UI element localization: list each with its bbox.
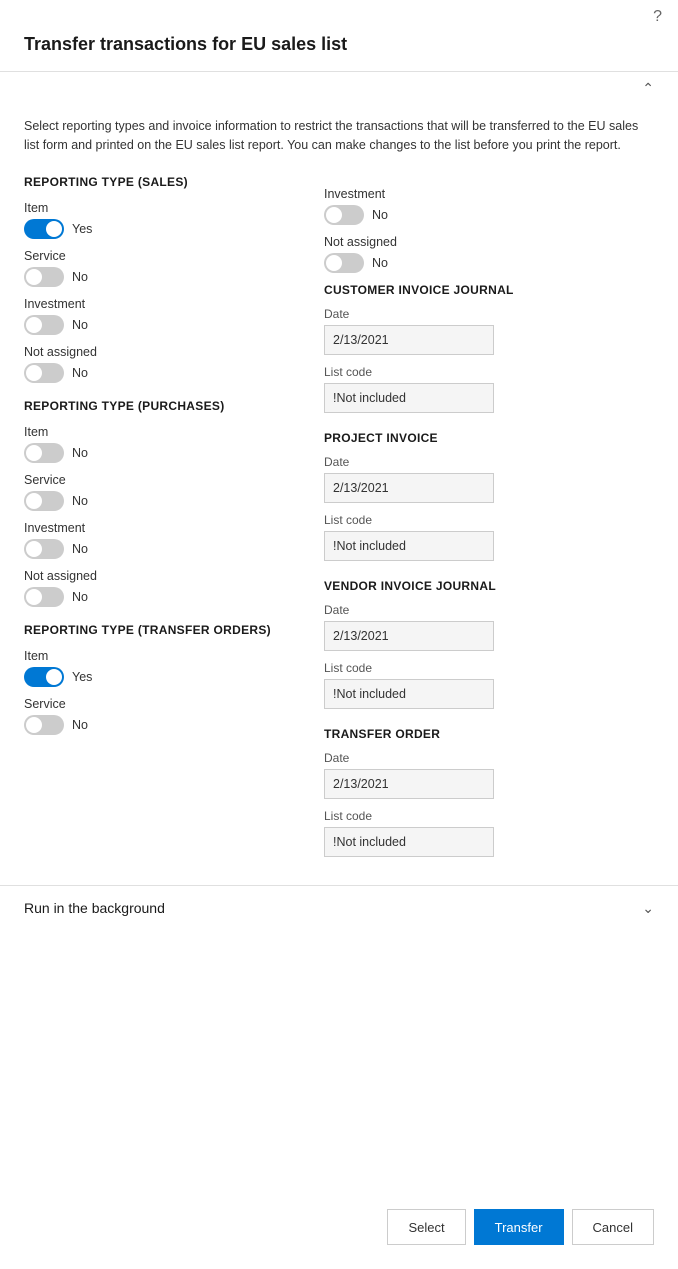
transfer-item-toggle-group: Item Yes: [24, 649, 294, 687]
transfer-item-label: Item: [24, 649, 294, 663]
run-in-background-title: Run in the background: [24, 900, 165, 916]
bottom-spacer: [0, 931, 678, 1051]
sales-service-label: Service: [24, 249, 294, 263]
transfer-item-toggle[interactable]: [24, 667, 64, 687]
purchases-notassigned-toggle-group: Not assigned No: [24, 569, 294, 607]
cancel-button[interactable]: Cancel: [572, 1209, 654, 1245]
customer-invoice-section: CUSTOMER INVOICE JOURNAL Date List code: [324, 283, 654, 413]
reporting-sales-title: REPORTING TYPE (SALES): [24, 175, 294, 189]
customer-invoice-date-label: Date: [324, 307, 654, 321]
select-button[interactable]: Select: [387, 1209, 465, 1245]
collapse-chevron-icon[interactable]: ⌃: [642, 80, 654, 97]
transfer-order-listcode-label: List code: [324, 809, 654, 823]
vendor-invoice-section: VENDOR INVOICE JOURNAL Date List code: [324, 579, 654, 709]
purchases-investment-toggle[interactable]: [24, 539, 64, 559]
page-title: Transfer transactions for EU sales list: [0, 26, 678, 71]
project-invoice-listcode-input[interactable]: [324, 531, 494, 561]
purchases-service-label: Service: [24, 473, 294, 487]
customer-invoice-title: CUSTOMER INVOICE JOURNAL: [324, 283, 654, 297]
sales-notassigned-toggle-group: Not assigned No: [24, 345, 294, 383]
sales-notassigned-label: Not assigned: [24, 345, 294, 359]
project-invoice-date-input[interactable]: [324, 473, 494, 503]
purchases-item-label: Item: [24, 425, 294, 439]
sales-item-toggle-group: Item Yes: [24, 201, 294, 239]
right-sales-investment-label: Investment: [324, 187, 654, 201]
transfer-order-date-label: Date: [324, 751, 654, 765]
purchases-notassigned-status: No: [72, 590, 88, 604]
vendor-invoice-title: VENDOR INVOICE JOURNAL: [324, 579, 654, 593]
transfer-order-listcode-group: List code: [324, 809, 654, 857]
transfer-item-status: Yes: [72, 670, 92, 684]
sales-investment-toggle-group: Investment No: [24, 297, 294, 335]
sales-item-label: Item: [24, 201, 294, 215]
purchases-investment-label: Investment: [24, 521, 294, 535]
project-invoice-listcode-label: List code: [324, 513, 654, 527]
sales-notassigned-toggle[interactable]: [24, 363, 64, 383]
help-icon[interactable]: ?: [653, 8, 662, 26]
project-invoice-date-label: Date: [324, 455, 654, 469]
purchases-item-toggle-group: Item No: [24, 425, 294, 463]
purchases-item-status: No: [72, 446, 88, 460]
transfer-order-date-input[interactable]: [324, 769, 494, 799]
transfer-order-date-group: Date: [324, 751, 654, 799]
footer-buttons: Select Transfer Cancel: [387, 1209, 654, 1245]
sales-notassigned-status: No: [72, 366, 88, 380]
purchases-notassigned-toggle[interactable]: [24, 587, 64, 607]
vendor-invoice-date-label: Date: [324, 603, 654, 617]
purchases-investment-toggle-group: Investment No: [24, 521, 294, 559]
sales-service-toggle[interactable]: [24, 267, 64, 287]
transfer-button[interactable]: Transfer: [474, 1209, 564, 1245]
transfer-service-toggle[interactable]: [24, 715, 64, 735]
vendor-invoice-date-input[interactable]: [324, 621, 494, 651]
transfer-service-label: Service: [24, 697, 294, 711]
transfer-service-toggle-group: Service No: [24, 697, 294, 735]
sales-service-toggle-group: Service No: [24, 249, 294, 287]
purchases-investment-status: No: [72, 542, 88, 556]
vendor-invoice-listcode-group: List code: [324, 661, 654, 709]
description-text: Select reporting types and invoice infor…: [0, 105, 678, 167]
sales-item-status: Yes: [72, 222, 92, 236]
sales-investment-status: No: [72, 318, 88, 332]
purchases-notassigned-label: Not assigned: [24, 569, 294, 583]
customer-invoice-listcode-group: List code: [324, 365, 654, 413]
right-sales-investment-status: No: [372, 208, 388, 222]
purchases-service-toggle-group: Service No: [24, 473, 294, 511]
sales-investment-toggle[interactable]: [24, 315, 64, 335]
customer-invoice-listcode-input[interactable]: [324, 383, 494, 413]
sales-investment-label: Investment: [24, 297, 294, 311]
transfer-order-section: TRANSFER ORDER Date List code: [324, 727, 654, 857]
sales-service-status: No: [72, 270, 88, 284]
customer-invoice-date-input[interactable]: [324, 325, 494, 355]
project-invoice-date-group: Date: [324, 455, 654, 503]
right-sales-notassigned-toggle-group: Not assigned No: [324, 235, 654, 273]
run-background-expand-icon[interactable]: ⌄: [642, 900, 654, 917]
right-sales-investment-toggle[interactable]: [324, 205, 364, 225]
run-in-background-section: Run in the background ⌄: [0, 885, 678, 931]
right-sales-notassigned-toggle[interactable]: [324, 253, 364, 273]
vendor-invoice-listcode-input[interactable]: [324, 679, 494, 709]
transfer-service-status: No: [72, 718, 88, 732]
right-sales-notassigned-status: No: [372, 256, 388, 270]
transfer-order-title: TRANSFER ORDER: [324, 727, 654, 741]
right-sales-notassigned-label: Not assigned: [324, 235, 654, 249]
project-invoice-listcode-group: List code: [324, 513, 654, 561]
vendor-invoice-date-group: Date: [324, 603, 654, 651]
project-invoice-title: PROJECT INVOICE: [324, 431, 654, 445]
customer-invoice-listcode-label: List code: [324, 365, 654, 379]
customer-invoice-date-group: Date: [324, 307, 654, 355]
transfer-order-listcode-input[interactable]: [324, 827, 494, 857]
vendor-invoice-listcode-label: List code: [324, 661, 654, 675]
reporting-purchases-title: REPORTING TYPE (PURCHASES): [24, 399, 294, 413]
reporting-transfer-orders-title: REPORTING TYPE (TRANSFER ORDERS): [24, 623, 294, 637]
purchases-service-status: No: [72, 494, 88, 508]
purchases-item-toggle[interactable]: [24, 443, 64, 463]
right-sales-investment-toggle-group: Investment No: [324, 187, 654, 225]
project-invoice-section: PROJECT INVOICE Date List code: [324, 431, 654, 561]
sales-item-toggle[interactable]: [24, 219, 64, 239]
purchases-service-toggle[interactable]: [24, 491, 64, 511]
